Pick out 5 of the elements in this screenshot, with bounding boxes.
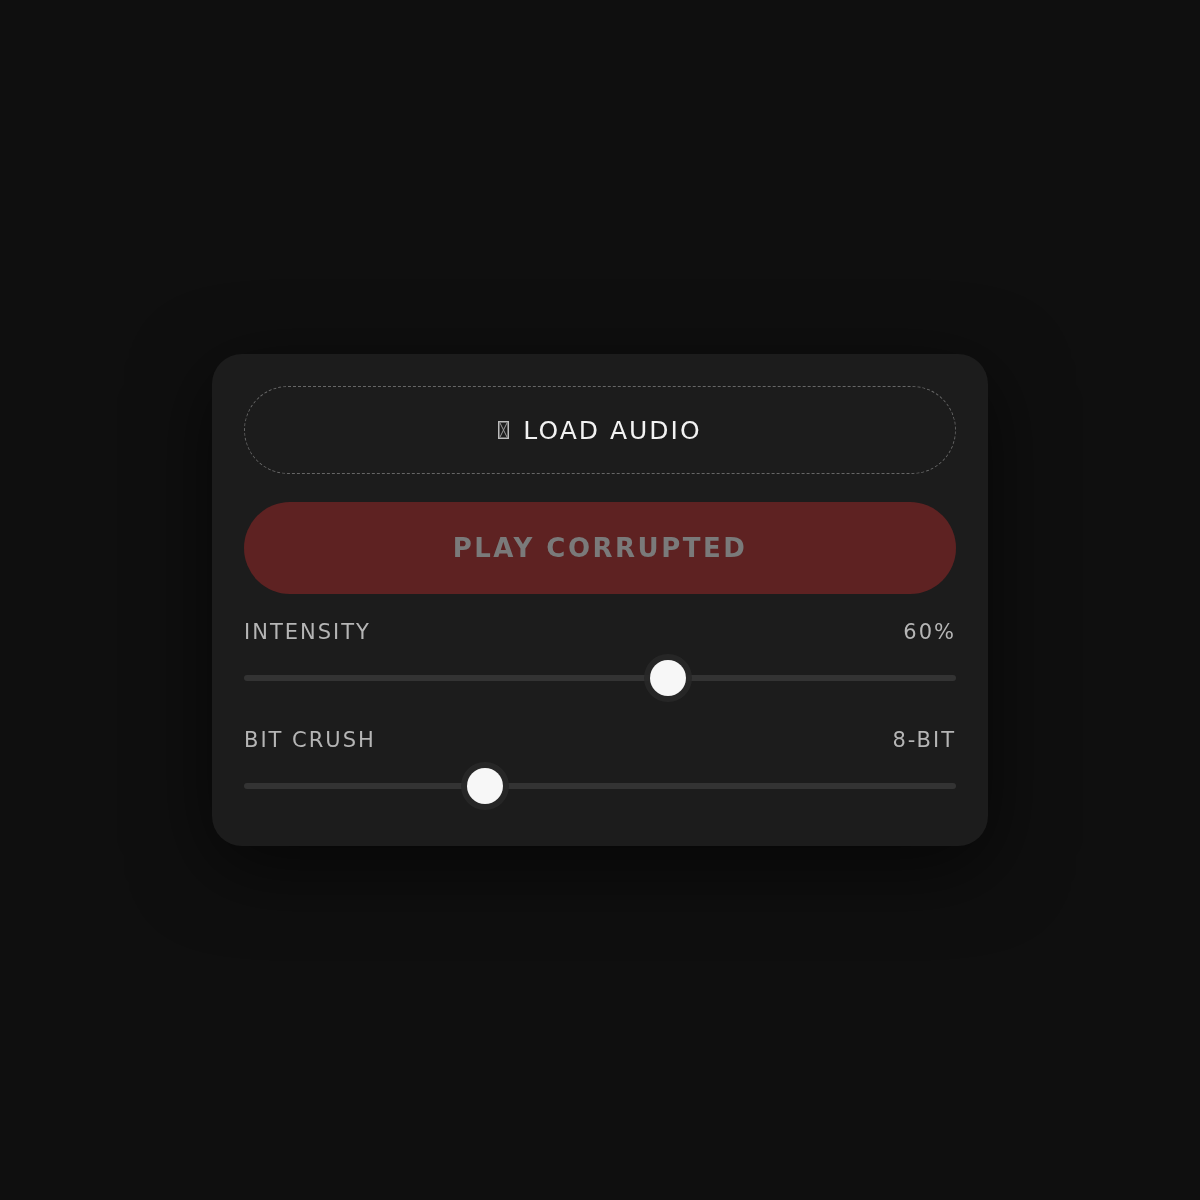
missing-glyph-icon xyxy=(498,421,510,439)
slider-value: 8-BIT xyxy=(892,728,956,752)
slider-value: 60% xyxy=(903,620,956,644)
slider-label: BIT CRUSH xyxy=(244,728,376,752)
slider-label: INTENSITY xyxy=(244,620,371,644)
